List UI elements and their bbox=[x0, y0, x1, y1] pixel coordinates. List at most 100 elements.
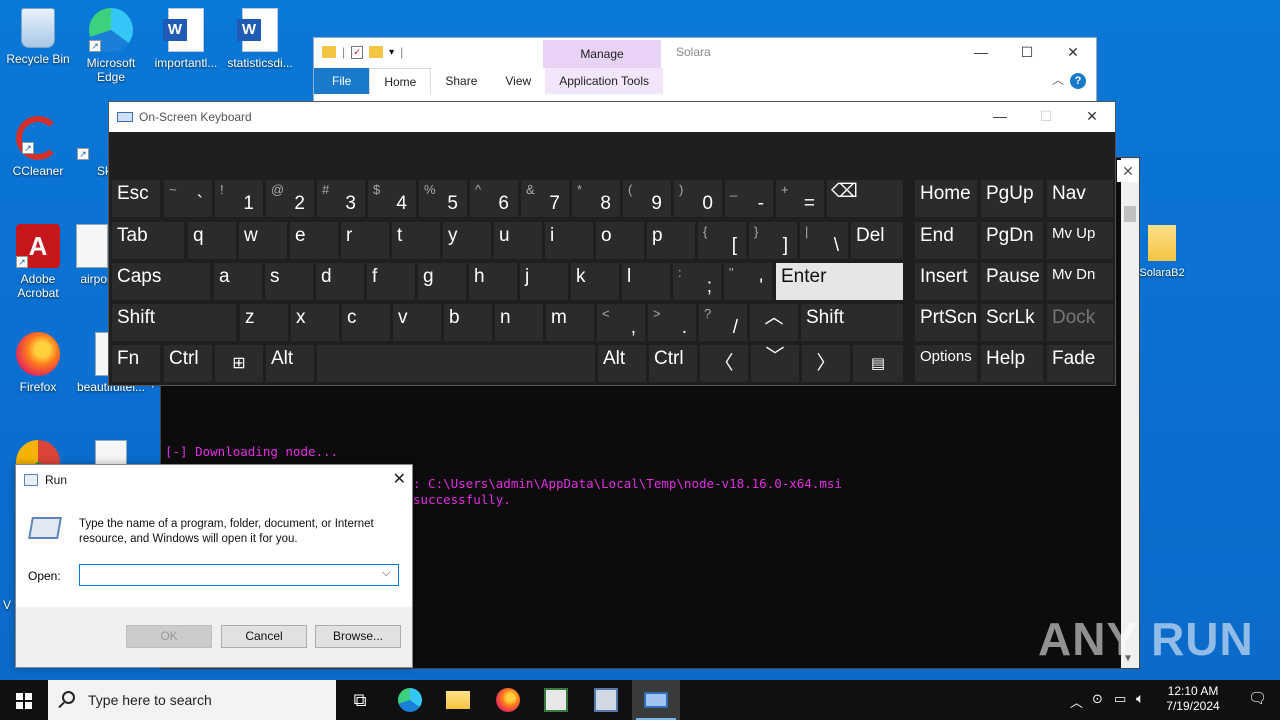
key-down-arrow[interactable]: ﹀ bbox=[751, 345, 799, 382]
open-combobox[interactable] bbox=[79, 564, 399, 586]
key-enter[interactable]: Enter bbox=[776, 263, 903, 300]
tab-share[interactable]: Share bbox=[431, 68, 491, 94]
key-o[interactable]: o bbox=[596, 222, 644, 259]
key-right-bracket[interactable]: }] bbox=[749, 222, 797, 259]
key-0[interactable]: ) 0 bbox=[674, 180, 722, 217]
new-folder-icon[interactable] bbox=[369, 46, 384, 58]
close-button[interactable]: ✕ bbox=[393, 469, 406, 489]
osk-titlebar[interactable]: On-Screen Keyboard — ☐ ✕ bbox=[109, 102, 1115, 132]
key-up-arrow[interactable]: ︿ bbox=[750, 304, 798, 341]
key-left-arrow[interactable]: 〈 bbox=[700, 345, 748, 382]
key-h[interactable]: h bbox=[469, 263, 517, 300]
tab-home[interactable]: Home bbox=[369, 68, 432, 94]
key-w[interactable]: w bbox=[239, 222, 287, 259]
key-equals[interactable]: + = bbox=[776, 180, 824, 217]
run-dialog[interactable]: Run ✕ Type the name of a program, folder… bbox=[15, 464, 413, 668]
key-p[interactable]: p bbox=[647, 222, 695, 259]
key-del[interactable]: Del bbox=[851, 222, 903, 259]
key-x[interactable]: x bbox=[291, 304, 339, 341]
key-prtscn[interactable]: PrtScn bbox=[915, 304, 977, 341]
minimize-button[interactable]: — bbox=[958, 38, 1004, 68]
properties-icon[interactable]: ✓ bbox=[351, 45, 364, 59]
desktop-icon-airport[interactable]: airpor bbox=[73, 224, 111, 286]
chevron-down-icon[interactable]: ▾ bbox=[389, 47, 394, 58]
key-fade[interactable]: Fade bbox=[1047, 345, 1113, 382]
start-button[interactable] bbox=[0, 680, 48, 720]
key-6[interactable]: ^ 6 bbox=[470, 180, 518, 217]
key-y[interactable]: y bbox=[443, 222, 491, 259]
key-shift-left[interactable]: Shift bbox=[112, 304, 236, 341]
key-period[interactable]: >. bbox=[648, 304, 696, 341]
taskbar-app-window[interactable] bbox=[532, 680, 580, 720]
key-n[interactable]: n bbox=[495, 304, 543, 341]
key-minus[interactable]: _ - bbox=[725, 180, 773, 217]
tab-application-tools[interactable]: Application Tools bbox=[545, 68, 664, 94]
desktop-icon-recycle-bin[interactable]: Recycle Bin bbox=[0, 8, 76, 66]
on-screen-keyboard-window[interactable]: On-Screen Keyboard — ☐ ✕ Esc ~ ` ! 1 @2 #3… bbox=[108, 101, 1116, 386]
key-menu[interactable]: ▤ bbox=[853, 345, 903, 382]
key-pgdn[interactable]: PgDn bbox=[981, 222, 1043, 259]
file-explorer-window[interactable]: | ✓ ▾ | Manage Solara — ☐ ✕ File Home Sh… bbox=[313, 37, 1097, 107]
browse-button[interactable]: Browse... bbox=[315, 625, 401, 648]
show-hidden-icons-icon[interactable]: ︿ bbox=[1070, 692, 1083, 711]
desktop-icon-solarab2[interactable]: SolaraB2 bbox=[1134, 225, 1190, 279]
key-slash[interactable]: ? / bbox=[699, 304, 747, 341]
key-9[interactable]: (9 bbox=[623, 180, 671, 217]
key-5[interactable]: % 5 bbox=[419, 180, 467, 217]
taskbar-console[interactable] bbox=[582, 680, 630, 720]
key-quote[interactable]: " ' bbox=[724, 263, 772, 300]
desktop-icon-firefox[interactable]: Firefox bbox=[0, 332, 76, 394]
close-button[interactable]: ✕ bbox=[1050, 38, 1096, 68]
taskbar-edge[interactable] bbox=[386, 680, 434, 720]
key-backspace[interactable]: ⌫ bbox=[827, 180, 903, 217]
key-q[interactable]: q bbox=[188, 222, 236, 259]
chevron-down-icon[interactable]: ⌵ bbox=[382, 567, 390, 580]
key-t[interactable]: t bbox=[392, 222, 440, 259]
onedrive-icon[interactable]: ⊙ bbox=[1092, 691, 1103, 707]
key-mv-up[interactable]: Mv Up bbox=[1047, 222, 1113, 259]
volume-icon[interactable]: 🔈︎ bbox=[1136, 690, 1144, 707]
key-caps[interactable]: Caps bbox=[112, 263, 210, 300]
key-mv-dn[interactable]: Mv Dn bbox=[1047, 263, 1113, 300]
key-scrlk[interactable]: ScrLk bbox=[981, 304, 1043, 341]
key-d[interactable]: d bbox=[316, 263, 364, 300]
taskbar-file-explorer[interactable] bbox=[434, 680, 482, 720]
key-alt-right[interactable]: Alt bbox=[598, 345, 646, 382]
key-pause[interactable]: Pause bbox=[981, 263, 1043, 300]
network-icon[interactable]: ▭ bbox=[1114, 691, 1126, 707]
desktop-icon-edge[interactable]: ↗ Microsoft Edge bbox=[73, 8, 149, 84]
console-close-button[interactable]: ✕ bbox=[1117, 160, 1139, 182]
key-g[interactable]: g bbox=[418, 263, 466, 300]
key-end[interactable]: End bbox=[915, 222, 977, 259]
key-home[interactable]: Home bbox=[915, 180, 977, 217]
key-f[interactable]: f bbox=[367, 263, 415, 300]
key-1[interactable]: ! 1 bbox=[215, 180, 263, 217]
key-s[interactable]: s bbox=[265, 263, 313, 300]
key-e[interactable]: e bbox=[290, 222, 338, 259]
key-semicolon[interactable]: :; bbox=[673, 263, 721, 300]
maximize-button[interactable]: ☐ bbox=[1004, 38, 1050, 68]
key-3[interactable]: #3 bbox=[317, 180, 365, 217]
desktop-icon-ccleaner[interactable]: ↗ CCleaner bbox=[0, 116, 76, 178]
key-dock[interactable]: Dock bbox=[1047, 304, 1113, 341]
taskbar-search[interactable]: Type here to search bbox=[48, 680, 336, 720]
key-ctrl-left[interactable]: Ctrl bbox=[164, 345, 212, 382]
key-alt-left[interactable]: Alt bbox=[266, 345, 314, 382]
key-2[interactable]: @2 bbox=[266, 180, 314, 217]
explorer-titlebar[interactable]: | ✓ ▾ | Manage Solara — ☐ ✕ bbox=[314, 38, 1096, 68]
key-a[interactable]: a bbox=[214, 263, 262, 300]
key-shift-right[interactable]: Shift bbox=[801, 304, 903, 341]
desktop-icon-important-doc[interactable]: importantl... bbox=[148, 8, 224, 70]
manage-contextual-tab[interactable]: Manage bbox=[543, 40, 661, 68]
task-view-button[interactable]: ⧉ bbox=[336, 680, 384, 720]
key-m[interactable]: m bbox=[546, 304, 594, 341]
key-right-arrow[interactable]: 〉 bbox=[802, 345, 850, 382]
key-z[interactable]: z bbox=[240, 304, 288, 341]
key-backtick[interactable]: ~ ` bbox=[164, 180, 212, 217]
key-options[interactable]: Options bbox=[915, 345, 977, 382]
key-pgup[interactable]: PgUp bbox=[981, 180, 1043, 217]
key-nav[interactable]: Nav bbox=[1047, 180, 1113, 217]
cancel-button[interactable]: Cancel bbox=[221, 625, 307, 648]
help-icon[interactable]: ? bbox=[1070, 73, 1086, 89]
scroll-thumb[interactable] bbox=[1124, 206, 1136, 222]
